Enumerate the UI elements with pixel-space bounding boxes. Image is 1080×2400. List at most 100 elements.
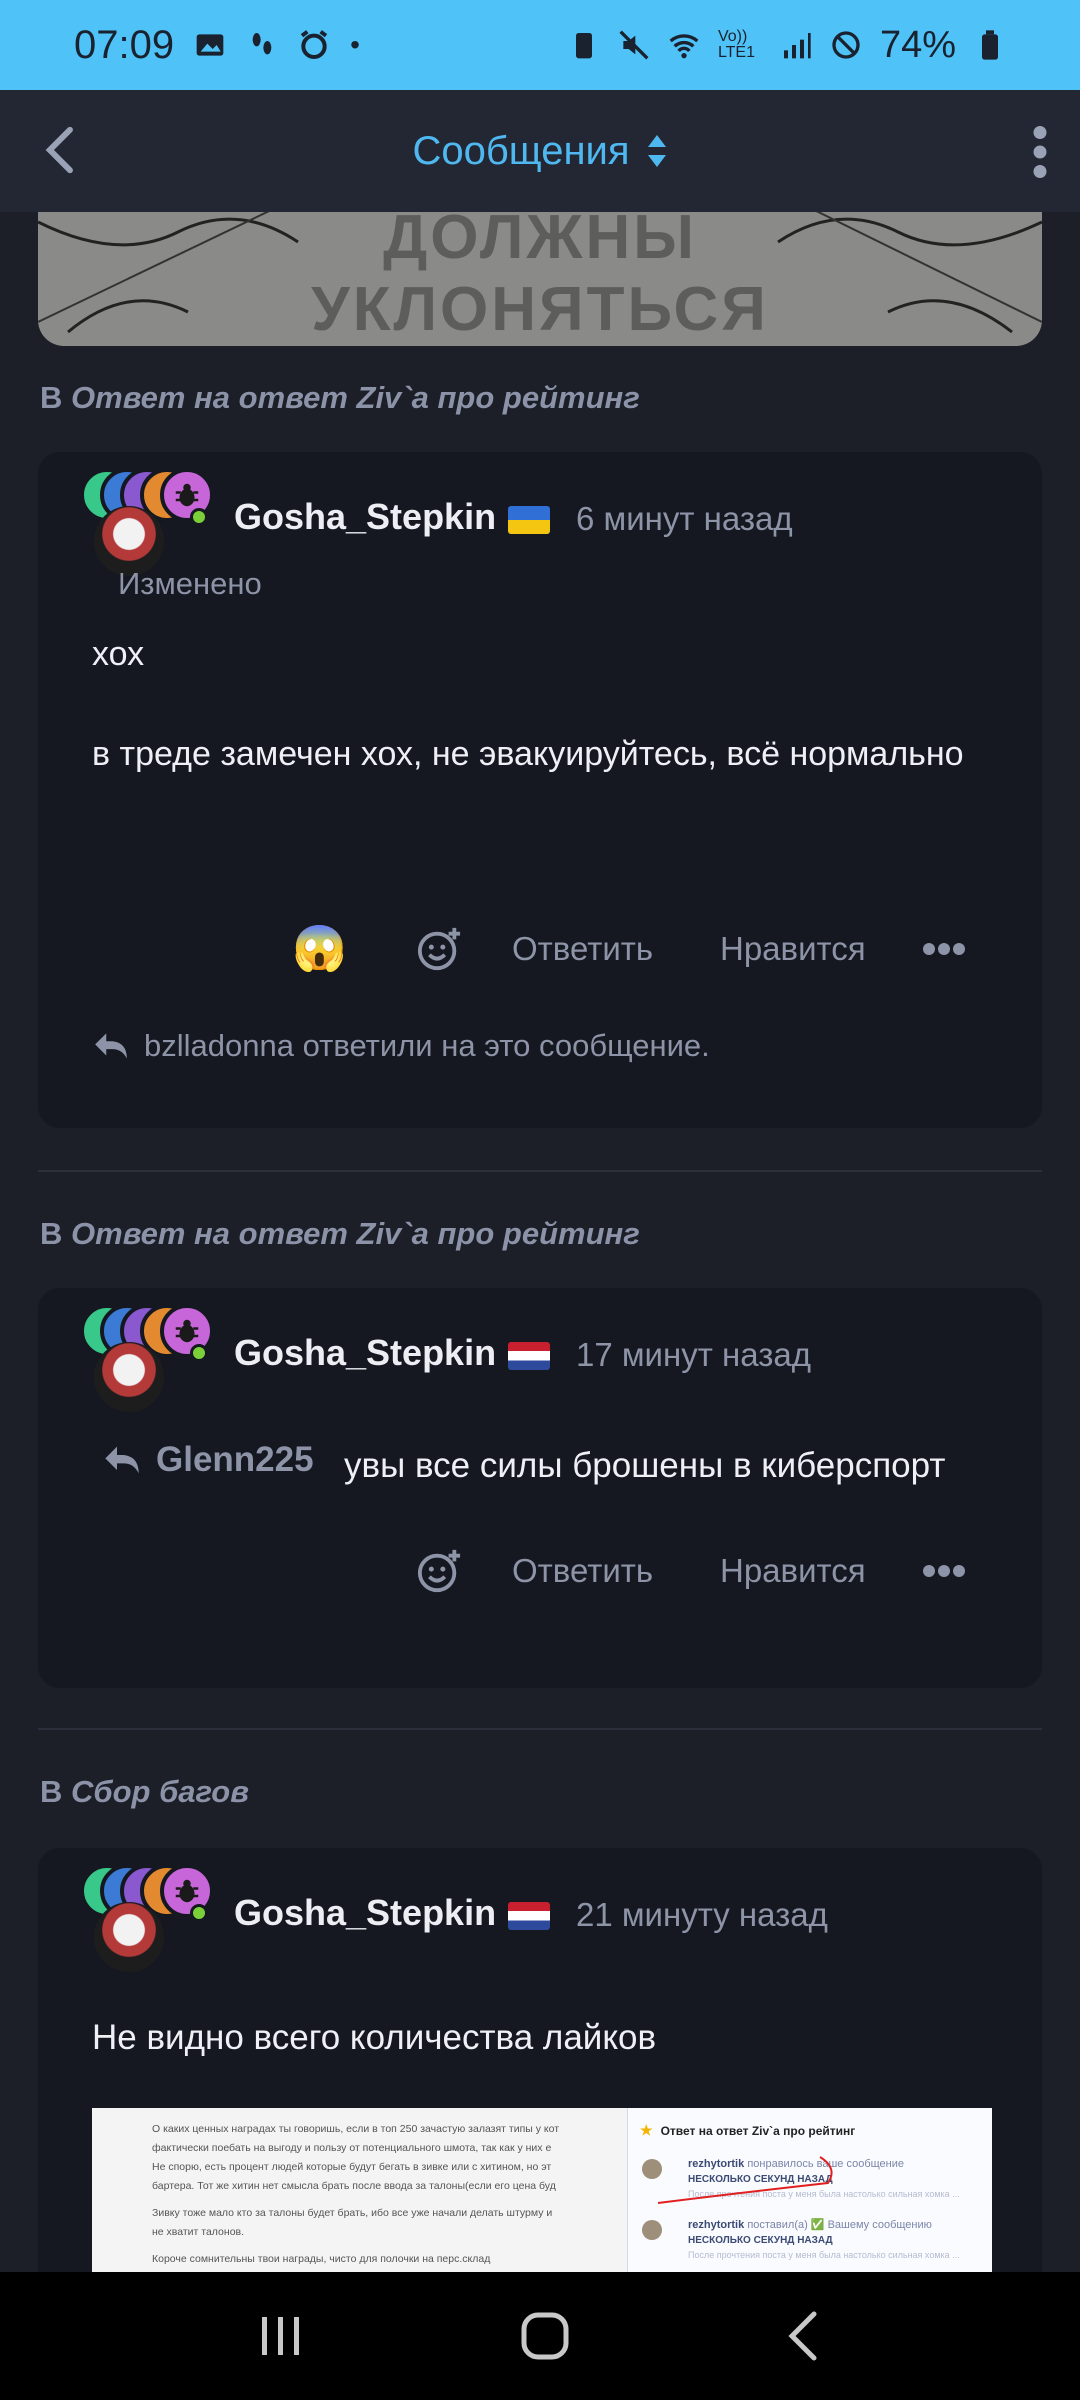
- quote-reference[interactable]: Glenn225: [102, 1440, 314, 1480]
- post-time[interactable]: 17 минут назад: [576, 1336, 811, 1374]
- attached-image[interactable]: ДОЛЖНЫ УКЛОНЯТЬСЯ: [38, 212, 1042, 346]
- panel-title-text: Ответ на ответ Ziv`a про рейтинг: [660, 2123, 856, 2138]
- topic-prefix: В: [40, 380, 63, 415]
- steps-icon: [252, 33, 272, 55]
- more-vertical-icon[interactable]: [1030, 126, 1050, 178]
- like-button[interactable]: Нравится: [720, 930, 866, 968]
- flag-nl-icon: [508, 1342, 550, 1370]
- reply-button[interactable]: Ответить: [512, 1552, 653, 1590]
- message-text: Не видно всего количества лайков: [92, 2018, 657, 2057]
- screenshot-line: Короче сомнительны твои награды, чисто д…: [152, 2253, 491, 2265]
- battery-percent: 74%: [879, 23, 956, 66]
- sort-arrows-icon: [647, 135, 666, 167]
- topic-title[interactable]: Ответ на ответ Ziv`a про рейтинг: [71, 380, 640, 415]
- image-text-line-2: УКЛОНЯТЬСЯ: [311, 275, 769, 344]
- message-text: увы все силы брошены в киберспорт: [344, 1446, 946, 1485]
- notif-preview: После прочтения поста у меня была настол…: [688, 2250, 960, 2260]
- system-nav-bar: [0, 2272, 1080, 2400]
- message-text: в треде замечен хох, не эвакуируйтесь, в…: [92, 735, 964, 773]
- battery-icon: [982, 30, 998, 60]
- page-title-text: Сообщения: [412, 128, 630, 173]
- message-card: Gosha_Stepkin 6 минут назад Изменено хох…: [38, 452, 1042, 1128]
- screenshot-line: фактически поебать на выгоду и пользу от…: [152, 2142, 552, 2154]
- add-reaction-icon[interactable]: [416, 1548, 462, 1594]
- more-horizontal-icon[interactable]: [922, 1564, 966, 1578]
- screenshot-notifications: ★ Ответ на ответ Ziv`a про рейтинг rezhy…: [627, 2108, 992, 2272]
- battery-saver-icon: [575, 33, 592, 59]
- post-topic-label[interactable]: В Ответ на ответ Ziv`a про рейтинг: [40, 380, 640, 416]
- screenshot-line: О каких ценных наградах ты говоришь, есл…: [152, 2123, 560, 2135]
- reply-arrow-icon: [95, 1033, 127, 1059]
- user-badges[interactable]: [72, 468, 232, 578]
- app-header: Сообщения: [0, 90, 1080, 212]
- like-button[interactable]: Нравится: [720, 1552, 866, 1590]
- recent-apps-icon[interactable]: [256, 2311, 306, 2361]
- image-text-line-1: ДОЛЖНЫ: [383, 212, 697, 272]
- page-title[interactable]: Сообщения: [412, 129, 667, 174]
- post-time[interactable]: 21 минуту назад: [576, 1896, 828, 1934]
- wifi-icon: [669, 34, 699, 59]
- add-reaction-icon[interactable]: [416, 926, 462, 972]
- back-arrow-icon[interactable]: [34, 122, 88, 178]
- message-text: хох: [92, 635, 145, 673]
- notification-item: rezhytortik понравилось ваше сообщение Н…: [628, 2153, 992, 2208]
- do-not-disturb-icon: [832, 31, 860, 59]
- message-card: Gosha_Stepkin 21 минуту назад Не видно в…: [38, 1848, 1042, 2272]
- gallery-icon: [196, 34, 224, 56]
- replies-note[interactable]: bzlladonna ответили на это сообщение.: [92, 1028, 710, 1064]
- online-indicator: [190, 508, 208, 526]
- attached-screenshot[interactable]: О каких ценных наградах ты говоришь, есл…: [92, 2108, 992, 2272]
- status-bar: 07:09 • Vo)) LTE1 74%: [0, 0, 1080, 90]
- notif-time: НЕСКОЛЬКО СЕКУНД НАЗАД: [688, 2235, 833, 2246]
- edited-label: Изменено: [118, 566, 262, 601]
- screenshot-text: О каких ценных наградах ты говоришь, есл…: [92, 2108, 627, 2272]
- topic-title[interactable]: Ответ на ответ Ziv`a про рейтинг: [71, 1216, 640, 1251]
- post-topic-label[interactable]: В Ответ на ответ Ziv`a про рейтинг: [40, 1216, 640, 1252]
- signal-icon: [783, 33, 811, 59]
- flag-ua-icon: [508, 506, 550, 534]
- avatar: [642, 2220, 662, 2240]
- flag-nl-icon: [508, 1902, 550, 1930]
- topic-title[interactable]: Сбор багов: [71, 1774, 249, 1809]
- screenshot-line: Зивку тоже мало кто за талоны будет брат…: [152, 2207, 553, 2219]
- username[interactable]: Gosha_Stepkin: [234, 496, 496, 538]
- message-card: Gosha_Stepkin 17 минут назад Glenn225 ув…: [38, 1288, 1042, 1688]
- reply-arrow-icon: [105, 1446, 139, 1474]
- mute-icon: [619, 30, 649, 60]
- notification-item: rezhytortik поставил(а) ✅ Вашему сообщен…: [628, 2214, 992, 2269]
- back-icon[interactable]: [784, 2310, 824, 2362]
- screenshot-line: не хватит талонов.: [152, 2226, 245, 2238]
- messages-list[interactable]: ДОЛЖНЫ УКЛОНЯТЬСЯ В Ответ на ответ Ziv`a…: [0, 212, 1080, 2272]
- screenshot-line: бартера. Тот же хитин нет смысла брать п…: [152, 2180, 556, 2192]
- notification-panel-title: ★ Ответ на ответ Ziv`a про рейтинг: [628, 2108, 992, 2153]
- clock: 07:09: [74, 22, 175, 67]
- reply-button[interactable]: Ответить: [512, 930, 653, 968]
- username[interactable]: Gosha_Stepkin: [234, 1892, 496, 1934]
- post-topic-label[interactable]: В Сбор багов: [40, 1774, 249, 1810]
- network-type: Vo)) LTE1: [717, 28, 755, 61]
- notif-user: rezhytortik: [688, 2219, 745, 2231]
- post-time[interactable]: 6 минут назад: [576, 500, 793, 538]
- divider: [38, 1170, 1042, 1172]
- red-annotation: [657, 2156, 833, 2204]
- quoted-username[interactable]: Glenn225: [156, 1440, 314, 1480]
- dot-icon: •: [350, 29, 360, 60]
- home-icon[interactable]: [519, 2310, 571, 2362]
- replies-note-text: bzlladonna ответили на это сообщение.: [144, 1028, 710, 1063]
- notif-action: поставил(а) ✅ Вашему сообщению: [747, 2219, 932, 2231]
- topic-prefix: В: [40, 1774, 63, 1809]
- more-horizontal-icon[interactable]: [922, 942, 966, 956]
- username[interactable]: Gosha_Stepkin: [234, 1332, 496, 1374]
- alarm-icon: [300, 30, 328, 59]
- user-badges[interactable]: [72, 1304, 232, 1414]
- screenshot-line: Не спорю, есть процент людей которые буд…: [152, 2161, 552, 2173]
- divider: [38, 1728, 1042, 1730]
- reaction-scream[interactable]: 😱: [292, 922, 347, 974]
- avatar[interactable]: [94, 1902, 164, 1972]
- online-indicator: [190, 1344, 208, 1362]
- avatar[interactable]: [94, 1342, 164, 1412]
- user-badges[interactable]: [72, 1864, 232, 1974]
- online-indicator: [190, 1904, 208, 1922]
- star-icon: ★: [640, 2122, 653, 2138]
- topic-prefix: В: [40, 1216, 63, 1251]
